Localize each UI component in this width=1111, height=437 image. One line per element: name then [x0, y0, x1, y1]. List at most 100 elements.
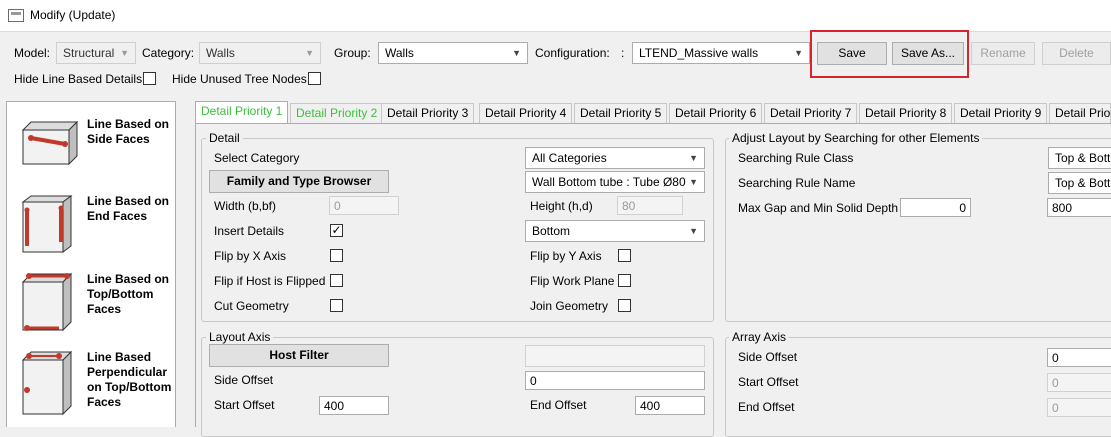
delete-button[interactable]: Delete	[1042, 42, 1111, 65]
family-type-value: Wall Bottom tube : Tube Ø80	[532, 175, 686, 189]
side-faces-icon	[21, 120, 79, 166]
chevron-down-icon: ▼	[305, 48, 314, 58]
category-select[interactable]: Walls ▼	[199, 42, 321, 64]
height-label: Height (h,d)	[530, 199, 593, 213]
highlight-box	[810, 30, 969, 78]
tab-detail-priority-3[interactable]: Detail Priority 3	[381, 103, 475, 123]
configuration-value: LTEND_Massive walls	[639, 46, 759, 60]
tree-item-label: Line Based on End Faces	[87, 194, 170, 223]
height-field[interactable]: 80	[617, 196, 683, 215]
adjust-layout-title: Adjust Layout by Searching for other Ele…	[729, 131, 983, 145]
group-value: Walls	[385, 46, 414, 60]
insert-details-label: Insert Details	[214, 224, 285, 238]
chevron-down-icon: ▼	[689, 177, 698, 187]
position-value: Bottom	[532, 224, 571, 238]
rule-class-value: Top & Botto	[1055, 151, 1111, 165]
family-type-browser-button[interactable]: Family and Type Browser	[209, 170, 389, 193]
select-category-select[interactable]: All Categories ▼	[525, 147, 705, 169]
tree-item-perpendicular-top-bottom[interactable]: Line Based Perpendicular on Top/Bottom F…	[7, 344, 175, 424]
group-select[interactable]: Walls ▼	[378, 42, 528, 64]
tab-detail-priority-9[interactable]: Detail Priority 9	[954, 103, 1048, 123]
end-faces-icon	[21, 195, 73, 253]
tab-detail-priority-5[interactable]: Detail Priority 5	[574, 103, 668, 123]
hide-line-based-label: Hide Line Based Details	[14, 72, 143, 86]
rule-class-select[interactable]: Top & Botto	[1048, 147, 1111, 169]
tree-item-label: Line Based on Top/Bottom Faces	[87, 272, 170, 316]
window-icon	[8, 9, 24, 22]
layout-start-offset-field[interactable]: 400	[319, 396, 389, 415]
array-end-offset-field[interactable]: 0	[1047, 398, 1111, 417]
tab-detail-priority-2[interactable]: Detail Priority 2	[290, 103, 384, 123]
tab-detail-priority-1[interactable]: Detail Priority 1	[195, 101, 289, 123]
tab-detail-priority-4[interactable]: Detail Priority 4	[479, 103, 573, 123]
layout-side-offset-label: Side Offset	[214, 373, 274, 387]
select-category-label: Select Category	[214, 151, 300, 165]
flip-work-plane-checkbox[interactable]	[618, 274, 631, 287]
tree-item-top-bottom-faces[interactable]: Line Based on Top/Bottom Faces	[7, 266, 175, 338]
flip-x-checkbox[interactable]	[330, 249, 343, 262]
flip-host-checkbox[interactable]	[330, 274, 343, 287]
configuration-label: Configuration:	[535, 46, 610, 60]
max-gap-label: Max Gap and Min Solid Depth	[738, 201, 899, 215]
host-filter-button[interactable]: Host Filter	[209, 344, 389, 367]
tab-detail-priority-8[interactable]: Detail Priority 8	[859, 103, 953, 123]
title-bar: Modify (Update)	[0, 0, 1111, 32]
tree-item-label: Line Based on Side Faces	[87, 117, 170, 146]
window-title: Modify (Update)	[30, 8, 116, 22]
hide-line-based-checkbox[interactable]	[143, 72, 156, 85]
min-depth-field[interactable]: 800	[1047, 198, 1111, 217]
chevron-down-icon: ▼	[689, 226, 698, 236]
layout-end-offset-label: End Offset	[530, 398, 587, 412]
tree-item-side-faces[interactable]: Line Based on Side Faces	[7, 110, 175, 178]
select-category-value: All Categories	[532, 151, 607, 165]
rename-button[interactable]: Rename	[971, 42, 1035, 65]
width-field[interactable]: 0	[329, 196, 399, 215]
flip-work-plane-label: Flip Work Plane	[530, 274, 615, 288]
rule-class-label: Searching Rule Class	[738, 151, 854, 165]
array-side-offset-label: Side Offset	[738, 350, 798, 364]
position-select[interactable]: Bottom ▼	[525, 220, 705, 242]
family-type-select[interactable]: Wall Bottom tube : Tube Ø80 ▼	[525, 171, 705, 193]
flip-y-label: Flip by Y Axis	[530, 249, 602, 263]
layout-side-offset-field[interactable]: 0	[525, 371, 705, 390]
rule-name-value: Top & Botto	[1055, 176, 1111, 190]
width-label: Width (b,bf)	[214, 199, 277, 213]
flip-x-label: Flip by X Axis	[214, 249, 287, 263]
hide-unused-label: Hide Unused Tree Nodes	[172, 72, 307, 86]
model-value: Structural	[63, 46, 115, 60]
array-start-offset-label: Start Offset	[738, 375, 799, 389]
array-start-offset-field[interactable]: 0	[1047, 373, 1111, 392]
cut-geometry-label: Cut Geometry	[214, 299, 289, 313]
rule-name-label: Searching Rule Name	[738, 176, 856, 190]
join-geometry-checkbox[interactable]	[618, 299, 631, 312]
top-bottom-faces-icon	[21, 272, 73, 332]
rule-name-select[interactable]: Top & Botto	[1048, 172, 1111, 194]
flip-host-label: Flip if Host is Flipped	[214, 274, 326, 288]
detail-type-tree: Line Based on Side Faces Line Based on E…	[6, 101, 176, 427]
layout-end-offset-field[interactable]: 400	[635, 396, 705, 415]
category-value: Walls	[206, 46, 235, 60]
chevron-down-icon: ▼	[689, 153, 698, 163]
tree-item-label: Line Based Perpendicular on Top/Bottom F…	[87, 350, 172, 409]
tab-detail-priority-6[interactable]: Detail Priority 6	[669, 103, 763, 123]
max-gap-field[interactable]: 0	[900, 198, 971, 217]
detail-group-title: Detail	[206, 131, 243, 145]
tab-detail-priority-10[interactable]: Detail Prior	[1049, 103, 1111, 123]
model-select[interactable]: Structural ▼	[56, 42, 136, 64]
array-end-offset-label: End Offset	[738, 400, 795, 414]
host-filter-field[interactable]	[525, 345, 705, 367]
chevron-down-icon: ▼	[120, 48, 129, 58]
tree-item-end-faces[interactable]: Line Based on End Faces	[7, 188, 175, 260]
perpendicular-faces-icon	[21, 350, 73, 416]
cut-geometry-checkbox[interactable]	[330, 299, 343, 312]
chevron-down-icon: ▼	[794, 48, 803, 58]
tab-detail-priority-7[interactable]: Detail Priority 7	[764, 103, 858, 123]
join-geometry-label: Join Geometry	[530, 299, 609, 313]
flip-y-checkbox[interactable]	[618, 249, 631, 262]
hide-unused-checkbox[interactable]	[308, 72, 321, 85]
configuration-select[interactable]: LTEND_Massive walls ▼	[632, 42, 810, 64]
model-label: Model:	[14, 46, 51, 60]
array-side-offset-field[interactable]: 0	[1047, 348, 1111, 367]
layout-axis-title: Layout Axis	[206, 330, 274, 344]
insert-details-checkbox[interactable]: ✓	[330, 224, 343, 237]
